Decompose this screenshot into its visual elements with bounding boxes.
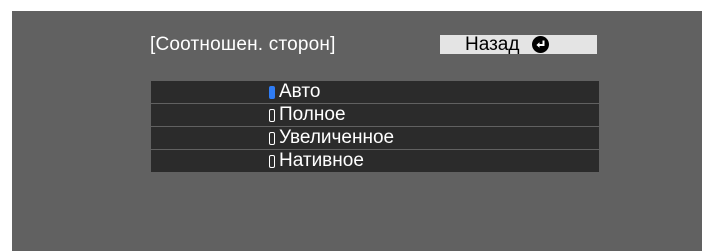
option-auto[interactable]: Авто xyxy=(151,81,599,103)
radio-unselected-icon xyxy=(269,108,275,122)
back-button-label: Назад xyxy=(465,34,520,55)
option-label: Полное xyxy=(279,104,346,125)
option-zoom[interactable]: Увеличенное xyxy=(151,127,599,149)
page-title: [Соотношен. сторон] xyxy=(150,34,336,55)
option-label: Увеличенное xyxy=(279,127,395,148)
menu-header: [Соотношен. сторон] Назад xyxy=(12,35,702,59)
option-full[interactable]: Полное xyxy=(151,104,599,126)
projector-menu-screen: [Соотношен. сторон] Назад Авто Полное Ув… xyxy=(12,11,702,251)
option-label: Нативное xyxy=(279,150,364,171)
radio-unselected-icon xyxy=(269,131,275,145)
return-icon xyxy=(532,36,550,53)
aspect-ratio-options: Авто Полное Увеличенное Нативное xyxy=(151,81,599,173)
radio-selected-icon xyxy=(269,85,275,99)
option-native[interactable]: Нативное xyxy=(151,150,599,172)
back-button[interactable]: Назад xyxy=(440,35,597,54)
radio-unselected-icon xyxy=(269,154,275,168)
option-label: Авто xyxy=(279,81,321,102)
